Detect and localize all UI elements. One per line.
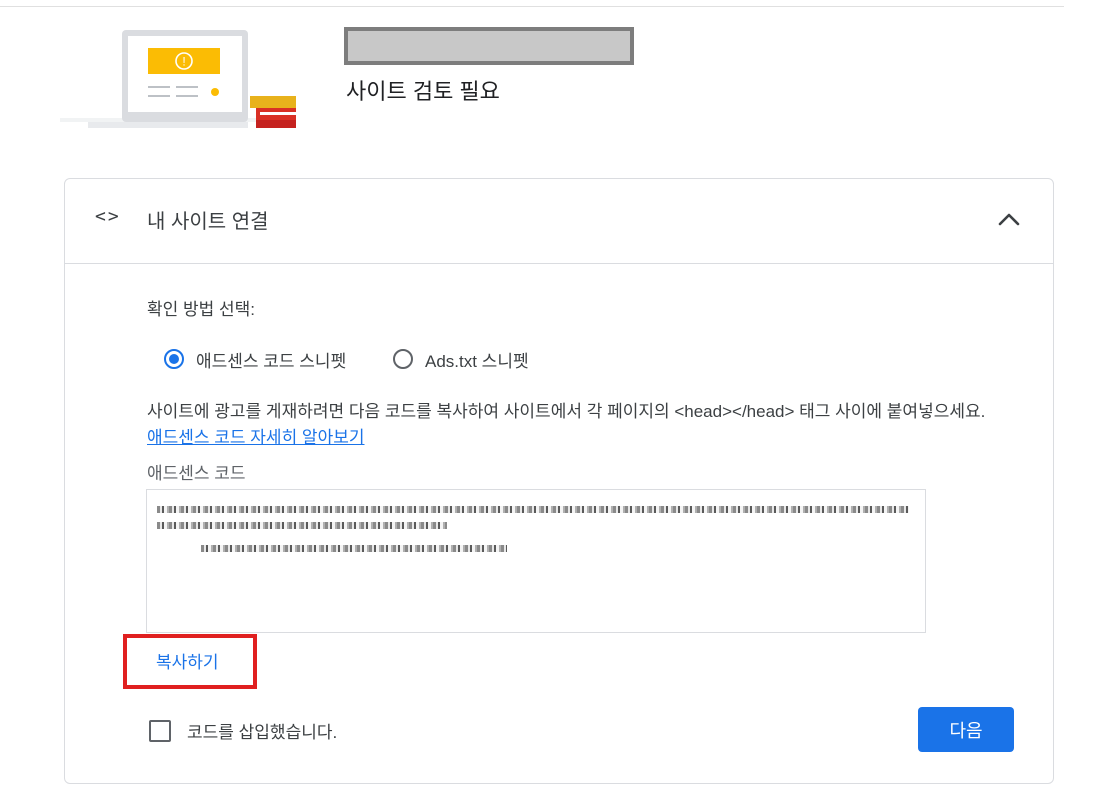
radio-ads-txt-snippet[interactable]: Ads.txt 스니펫 (393, 345, 529, 373)
copy-button[interactable]: 복사하기 (156, 648, 219, 673)
blurred-code-line (201, 545, 507, 552)
radio-checked-icon[interactable] (164, 349, 184, 369)
code-label: 애드센스 코드 (147, 464, 246, 483)
connect-site-panel: <> 내 사이트 연결 확인 방법 선택: 애드센스 코드 스니펫 Ads.tx… (64, 178, 1054, 784)
site-status-text: 사이트 검토 필요 (346, 79, 500, 104)
alert-glyph: ! (182, 55, 185, 69)
chevron-up-icon[interactable] (995, 205, 1023, 233)
blurred-code-line (157, 522, 447, 529)
instructions-body: 사이트에 광고를 게재하려면 다음 코드를 복사하여 사이트에서 각 페이지의 … (147, 402, 986, 421)
instructions-text: 사이트에 광고를 게재하려면 다음 코드를 복사하여 사이트에서 각 페이지의 … (147, 399, 997, 451)
code-inserted-label: 코드를 삽입했습니다. (187, 723, 338, 742)
redacted-site-name (344, 27, 634, 65)
top-divider (0, 6, 1064, 7)
verification-method-label: 확인 방법 선택: (147, 300, 256, 319)
next-button[interactable]: 다음 (918, 707, 1014, 752)
code-icon: <> (95, 206, 121, 227)
radio-unchecked-icon[interactable] (393, 349, 413, 369)
code-snippet-box[interactable] (146, 489, 926, 633)
code-inserted-checkbox-row[interactable]: 코드를 삽입했습니다. (149, 718, 337, 743)
code-inserted-checkbox[interactable] (149, 719, 171, 742)
panel-header[interactable]: <> 내 사이트 연결 (65, 179, 1053, 264)
radio-adsense-snippet[interactable]: 애드센스 코드 스니펫 (164, 345, 346, 373)
learn-more-link[interactable]: 애드센스 코드 자세히 알아보기 (147, 428, 365, 447)
radio-adsense-snippet-label: 애드센스 코드 스니펫 (196, 351, 347, 371)
site-review-illustration: ! (60, 30, 296, 128)
blurred-code-line (157, 506, 909, 513)
radio-ads-txt-snippet-label: Ads.txt 스니펫 (425, 351, 529, 371)
panel-title: 내 사이트 연결 (147, 211, 269, 233)
